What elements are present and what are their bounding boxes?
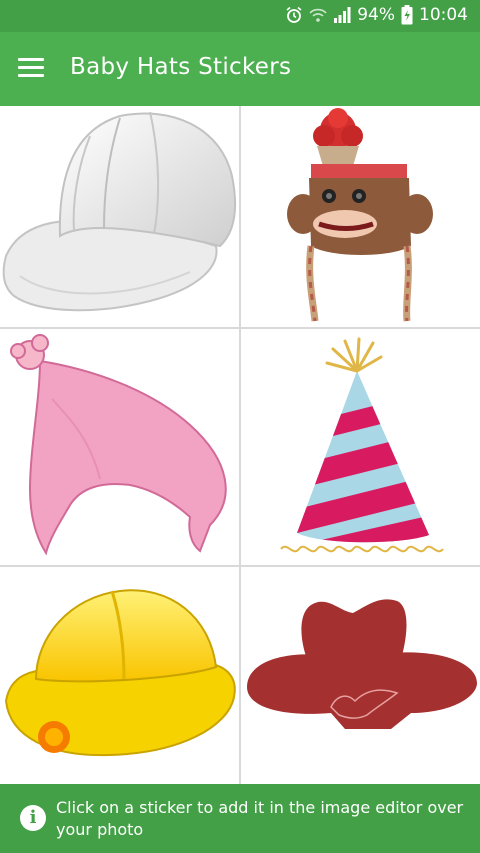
signal-icon xyxy=(334,7,351,23)
app-bar: Baby Hats Stickers xyxy=(0,32,480,106)
sticker-yellow-firefighter-helmet[interactable] xyxy=(0,567,239,784)
hamburger-menu-icon[interactable] xyxy=(18,58,44,78)
sticker-pink-knit-hat[interactable] xyxy=(0,329,239,565)
status-bar: 94% 10:04 xyxy=(0,0,480,32)
sticker-red-cowboy-hat[interactable] xyxy=(241,567,480,784)
alarm-icon xyxy=(286,6,302,23)
sticker-grid xyxy=(0,106,480,784)
battery-charging-icon xyxy=(401,5,413,25)
wifi-icon xyxy=(309,8,327,22)
battery-percentage: 94% xyxy=(357,5,395,25)
info-icon: i xyxy=(20,805,46,831)
clock: 10:04 xyxy=(419,5,468,25)
info-message: Click on a sticker to add it in the imag… xyxy=(56,798,464,839)
app-title: Baby Hats Stickers xyxy=(70,54,292,80)
sticker-striped-party-hat[interactable] xyxy=(241,329,480,565)
info-bar: i Click on a sticker to add it in the im… xyxy=(0,784,480,853)
sticker-sock-monkey-pompom-hat[interactable] xyxy=(241,106,480,327)
sticker-white-baseball-cap[interactable] xyxy=(0,106,239,327)
